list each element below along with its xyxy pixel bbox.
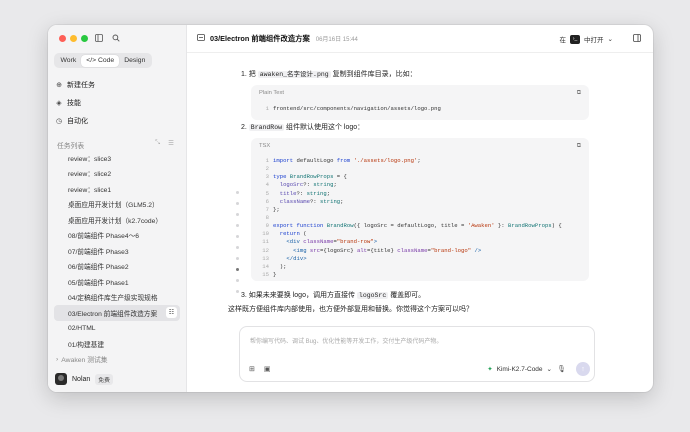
- copy-icon[interactable]: ⧉: [577, 143, 581, 150]
- task-item[interactable]: 06/前端组件 Phase2: [54, 259, 180, 275]
- nav-new-task[interactable]: ⊕ 新建任务: [54, 80, 180, 90]
- chat-icon: [197, 34, 205, 43]
- collapse-icon[interactable]: ⤡: [155, 139, 160, 147]
- task-item[interactable]: 02/HTML: [54, 321, 180, 337]
- task-item[interactable]: 08/前端组件 Phase4～6: [54, 228, 180, 244]
- open-in-button[interactable]: 在 ›_ 中打开 ⌄: [560, 34, 613, 44]
- terminal-icon: ›_: [570, 34, 581, 44]
- app-window: Work </> Code Design ⊕ 新建任务 ◈ 技能 ◷ 自动化 任…: [48, 25, 653, 392]
- plan-badge: 免费: [95, 373, 113, 385]
- image-icon[interactable]: ▣: [264, 365, 271, 373]
- plus-circle-icon: ⊕: [56, 82, 62, 89]
- task-item[interactable]: 04/定稿组件库生产级实现规格: [54, 290, 180, 306]
- window-controls: [59, 35, 88, 42]
- project-group[interactable]: › Awaken 测试集: [56, 354, 108, 365]
- close-window-button[interactable]: [59, 35, 66, 42]
- code-block: TSX ⧉ 1 import defaultLogo from './assets…: [251, 138, 589, 281]
- nav-label: 自动化: [67, 118, 88, 125]
- task-item[interactable]: 07/前端组件 Phase3: [54, 243, 180, 259]
- prompt-input[interactable]: 帮你编写代码、调试 Bug、优化性能等开发工作，交付生产级代码产物。: [250, 336, 442, 345]
- summary-text: 这样既方便组件库内部使用，也方便外部复用和替换。你觉得这个方案可以吗？: [228, 306, 473, 313]
- tab-design[interactable]: Design: [119, 55, 150, 67]
- header: 03/Electron 前端组件改造方案 06月16日 15:44 在 ›_ 中…: [187, 25, 653, 53]
- clock-icon: ◷: [55, 118, 63, 125]
- task-item-selected[interactable]: 03/Electron 前端组件改造方案 ☷: [54, 305, 180, 321]
- step-3: 3. 如果未来要换 logo，调用方直接传 logoSrc 覆盖即可。: [241, 292, 426, 299]
- user-profile[interactable]: Nolan 免费: [55, 373, 113, 385]
- nav-label: 技能: [67, 100, 81, 107]
- minimize-window-button[interactable]: [70, 35, 77, 42]
- model-selector[interactable]: ✦ Kimi-K2.7-Code ⌄: [487, 365, 552, 374]
- task-menu-icon[interactable]: ☷: [166, 307, 177, 319]
- task-list-heading: 任务列表: [57, 143, 85, 150]
- toggle-sidebar-icon[interactable]: [94, 33, 104, 43]
- task-item[interactable]: 05/前端组件 Phase1: [54, 274, 180, 290]
- page-title: 03/Electron 前端组件改造方案: [210, 33, 310, 43]
- code-line: frontend/src/components/navigation/asset…: [273, 105, 441, 112]
- toggle-panel-icon[interactable]: [633, 34, 641, 44]
- microphone-icon[interactable]: 🎙: [557, 365, 566, 373]
- task-item[interactable]: 01/构建基建: [54, 336, 180, 352]
- add-icon[interactable]: ⊞: [249, 365, 255, 373]
- tab-work[interactable]: Work: [56, 55, 82, 67]
- chevron-down-icon: ⌄: [607, 36, 613, 43]
- timestamp: 06月16日 15:44: [315, 37, 358, 43]
- step-1: 1. 把 awaken_名字设计.png 复制到组件库目录，比如：: [241, 71, 417, 78]
- tab-code[interactable]: </> Code: [81, 54, 120, 67]
- main-panel: 03/Electron 前端组件改造方案 06月16日 15:44 在 ›_ 中…: [187, 25, 653, 392]
- task-item[interactable]: review：slice1: [54, 181, 180, 197]
- code-language: TSX: [259, 143, 271, 149]
- nav-label: 新建任务: [67, 82, 95, 89]
- mode-switcher: Work </> Code Design: [54, 53, 152, 68]
- chevron-right-icon: ›: [56, 355, 59, 363]
- nav-skills[interactable]: ◈ 技能: [54, 98, 180, 108]
- sparkle-icon: ✦: [487, 366, 493, 373]
- task-item[interactable]: review：slice2: [54, 166, 180, 182]
- copy-icon[interactable]: ⧉: [577, 90, 581, 97]
- task-item[interactable]: 桌面应用开发计划（GLM5.2）: [54, 197, 180, 213]
- filter-icon[interactable]: ☰: [168, 139, 174, 147]
- maximize-window-button[interactable]: [81, 35, 88, 42]
- task-item[interactable]: 桌面应用开发计划（k2.7code）: [54, 212, 180, 228]
- search-icon[interactable]: [111, 33, 121, 43]
- nav-automation[interactable]: ◷ 自动化: [54, 116, 180, 126]
- task-list: review：slice3 review：slice2 review：slice…: [54, 150, 180, 352]
- scroll-indicator[interactable]: [236, 191, 239, 293]
- step-2: 2. BrandRow 组件默认使用这个 logo：: [241, 124, 365, 131]
- user-name: Nolan: [72, 375, 91, 383]
- send-button[interactable]: ↑: [576, 362, 590, 376]
- sidebar: Work </> Code Design ⊕ 新建任务 ◈ 技能 ◷ 自动化 任…: [48, 25, 187, 392]
- chevron-down-icon: ⌄: [546, 366, 552, 373]
- composer: 帮你编写代码、调试 Bug、优化性能等开发工作，交付生产级代码产物。 ⊞ ▣ ✦…: [239, 326, 595, 382]
- task-item[interactable]: review：slice3: [54, 150, 180, 166]
- code-block: Plain Text ⧉ 1 frontend/src/components/na…: [251, 85, 589, 120]
- code-language: Plain Text: [259, 90, 285, 96]
- avatar: [55, 373, 67, 385]
- skills-icon: ◈: [56, 100, 62, 107]
